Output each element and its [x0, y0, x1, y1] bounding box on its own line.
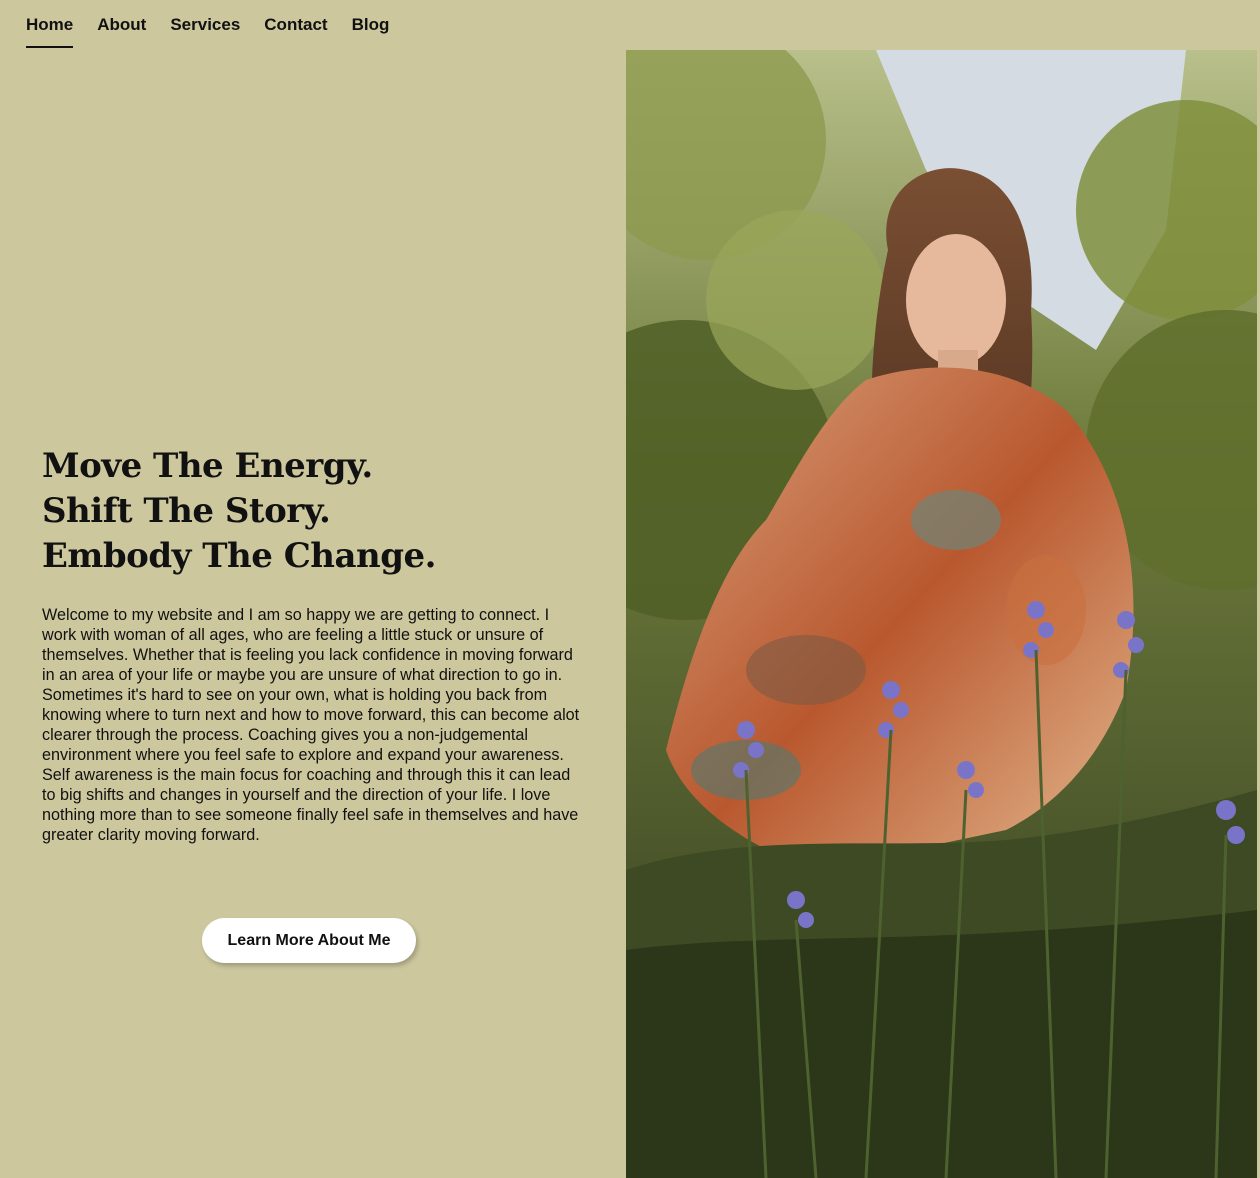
nav-services[interactable]: Services	[170, 0, 240, 35]
learn-more-button[interactable]: Learn More About Me	[202, 918, 416, 963]
nav-about[interactable]: About	[97, 0, 146, 35]
main-nav: Home About Services Contact Blog	[26, 0, 413, 50]
intro-paragraph: Welcome to my website and I am so happy …	[42, 606, 580, 844]
nav-blog[interactable]: Blog	[352, 0, 390, 35]
headline-line-1: Move The Energy.	[42, 446, 373, 486]
nav-contact[interactable]: Contact	[264, 0, 327, 35]
headline-line-3: Embody The Change.	[42, 536, 436, 576]
hero-section: Move The Energy. Shift The Story. Embody…	[42, 444, 587, 861]
nav-home[interactable]: Home	[26, 0, 74, 48]
portrait-photo	[626, 50, 1257, 1178]
headline-line-2: Shift The Story.	[42, 491, 331, 531]
hero-headline: Move The Energy. Shift The Story. Embody…	[42, 444, 587, 579]
